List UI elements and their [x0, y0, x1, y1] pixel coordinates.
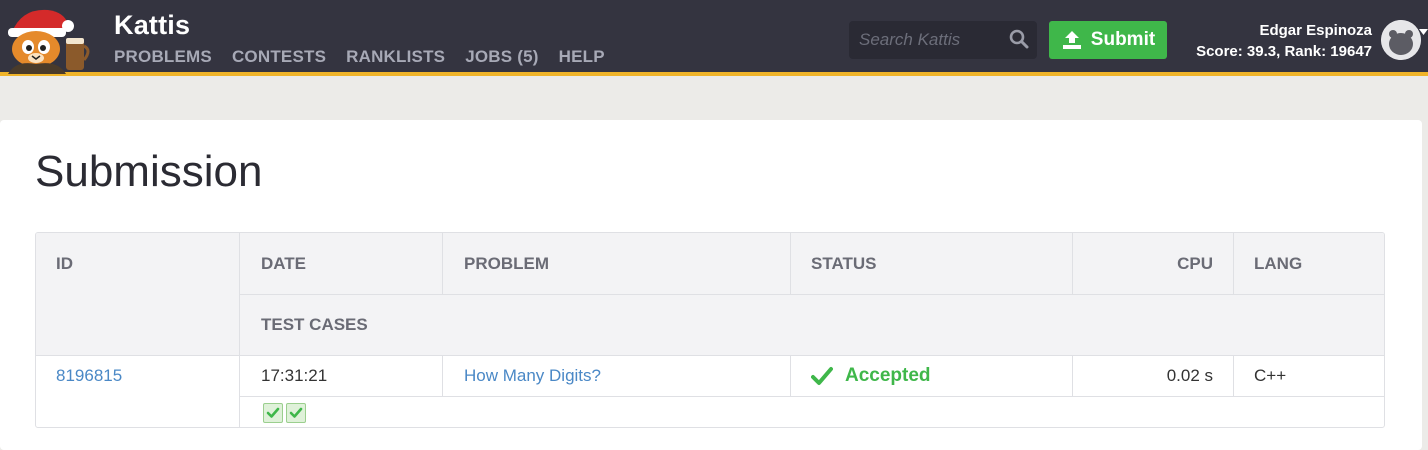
submission-table: ID DATE PROBLEM STATUS CPU LANG TEST CAS…: [35, 232, 1385, 428]
col-header-date: DATE: [261, 233, 307, 295]
divider: [1072, 233, 1073, 295]
language: C++: [1254, 365, 1287, 385]
submission-id-link[interactable]: 8196815: [56, 355, 122, 396]
top-navbar: Kattis PROBLEMS CONTESTS RANKLISTS JOBS …: [0, 0, 1428, 76]
divider: [442, 233, 443, 295]
chevron-down-icon[interactable]: [1419, 24, 1428, 35]
col-header-status: STATUS: [811, 233, 877, 295]
divider: [1233, 233, 1234, 295]
status-badge: Accepted: [845, 364, 931, 386]
col-header-lang: LANG: [1254, 233, 1303, 295]
main-nav: PROBLEMS CONTESTS RANKLISTS JOBS (5) HEL…: [114, 47, 605, 67]
test-case-passed-icon[interactable]: [263, 402, 283, 423]
nav-help[interactable]: HELP: [559, 47, 605, 67]
user-score: Score: 39.3, Rank: 19647: [1196, 43, 1372, 60]
divider: [239, 233, 240, 427]
nav-contests[interactable]: CONTESTS: [232, 47, 326, 67]
kattis-logo[interactable]: [2, 2, 94, 74]
submit-button[interactable]: Submit: [1049, 21, 1167, 59]
problem-link[interactable]: How Many Digits?: [464, 355, 601, 396]
col-header-test-cases: TEST CASES: [261, 295, 368, 355]
search-input[interactable]: [849, 21, 999, 59]
divider: [790, 233, 791, 295]
brand-title[interactable]: Kattis: [114, 10, 190, 41]
test-case-passed-icon[interactable]: [286, 402, 306, 423]
divider: [790, 355, 791, 396]
avatar[interactable]: [1381, 20, 1421, 60]
col-header-cpu: CPU: [1073, 233, 1213, 295]
status-cell: Accepted: [811, 355, 931, 396]
upload-icon: [1061, 29, 1083, 51]
divider: [240, 396, 1384, 397]
cpu-time: 0.02 s: [1166, 365, 1213, 385]
test-cases: [263, 396, 309, 427]
divider: [240, 294, 1384, 295]
submission-date: 17:31:21: [261, 365, 328, 385]
col-header-id: ID: [56, 233, 73, 295]
check-icon: [811, 365, 833, 387]
page-title: Submission: [35, 147, 263, 196]
divider: [442, 355, 443, 396]
nav-jobs[interactable]: JOBS (5): [465, 47, 538, 67]
user-name[interactable]: Edgar Espinoza: [1259, 22, 1372, 39]
col-header-problem: PROBLEM: [464, 233, 549, 295]
divider: [1233, 355, 1234, 396]
nav-problems[interactable]: PROBLEMS: [114, 47, 212, 67]
nav-ranklists[interactable]: RANKLISTS: [346, 47, 445, 67]
submit-label: Submit: [1090, 29, 1156, 50]
search-icon[interactable]: [1009, 29, 1029, 49]
search-box: [849, 21, 1037, 59]
